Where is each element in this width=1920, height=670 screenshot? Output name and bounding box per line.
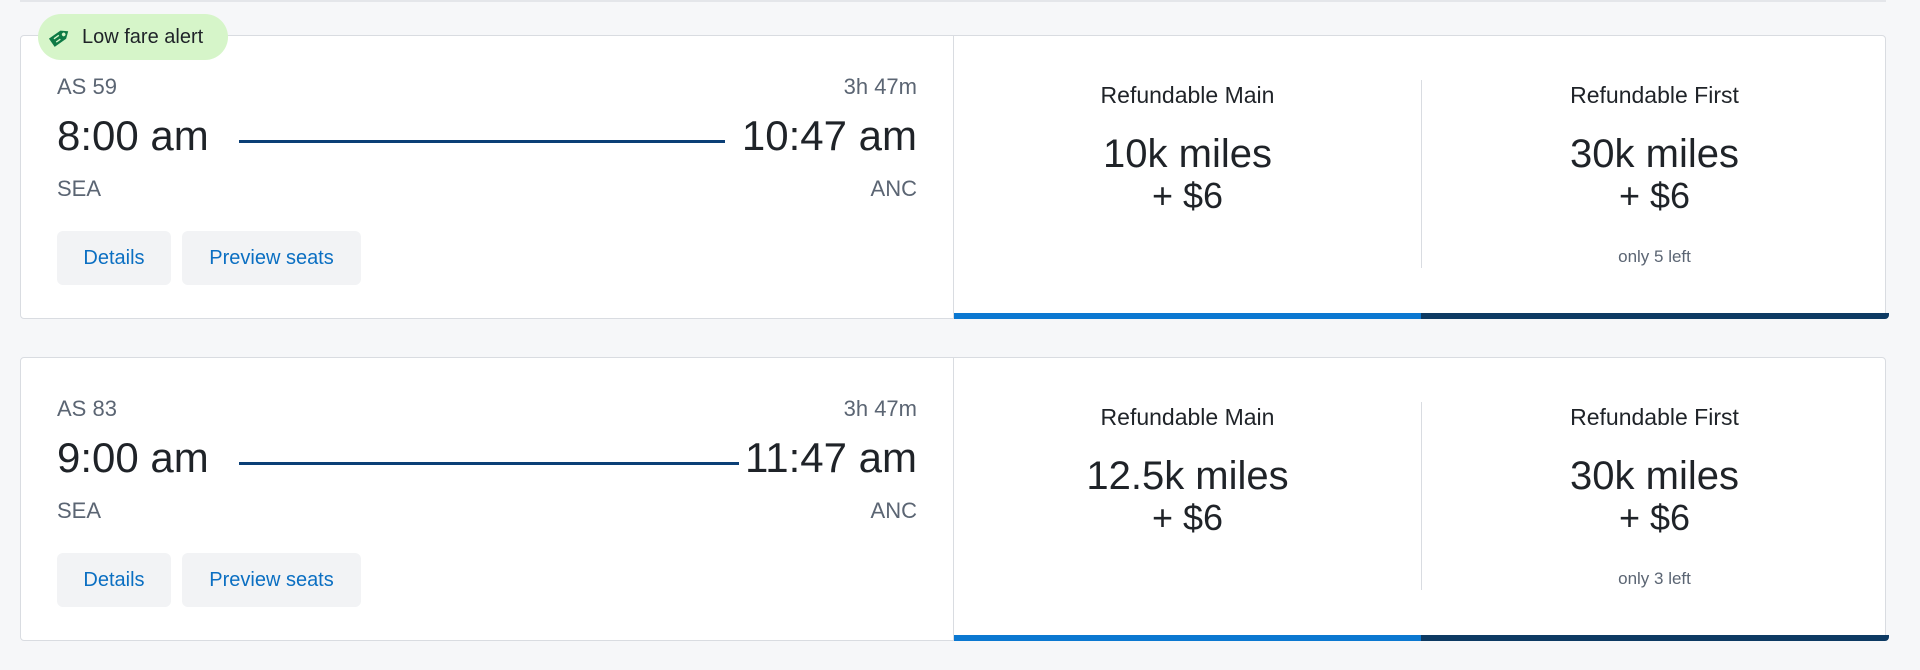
arrival-time: 11:47 am bbox=[745, 434, 917, 481]
flight-number: AS 59 bbox=[57, 74, 117, 99]
fare-miles: 10k miles bbox=[1103, 132, 1272, 176]
flight-duration: 3h 47m bbox=[843, 74, 917, 99]
fare-miles: 30k miles bbox=[1570, 132, 1739, 176]
fare-cash: + $6 bbox=[1618, 175, 1691, 216]
destination-airport: ANC bbox=[870, 176, 917, 201]
flight-card: AS 83 3h 47m 9:00 am 11:47 am SEA ANC De… bbox=[20, 357, 1889, 641]
top-divider bbox=[20, 0, 1886, 2]
fare-miles: 30k miles bbox=[1570, 454, 1739, 498]
departure-time: 9:00 am bbox=[57, 434, 209, 481]
flight-number: AS 83 bbox=[57, 396, 117, 421]
flight-duration: 3h 47m bbox=[843, 396, 917, 421]
fare-options: Refundable Main 10k miles + $6 Refundabl… bbox=[953, 36, 1889, 319]
arrival-time: 10:47 am bbox=[741, 112, 917, 159]
flight-summary: AS 59 3h 47m 8:00 am 10:47 am SEA ANC De… bbox=[21, 36, 953, 318]
fare-miles: 12.5k miles bbox=[1086, 454, 1289, 498]
destination-airport: ANC bbox=[870, 498, 917, 523]
fare-refundable-main[interactable]: Refundable Main 12.5k miles + $6 bbox=[954, 358, 1421, 641]
low-fare-alert-label: Low fare alert bbox=[82, 25, 204, 48]
fare-refundable-first[interactable]: Refundable First 30k miles + $6 only 5 l… bbox=[1421, 36, 1889, 319]
flight-card: AS 59 3h 47m 8:00 am 10:47 am SEA ANC De… bbox=[20, 35, 1889, 319]
preview-seats-button[interactable]: Preview seats bbox=[182, 553, 361, 607]
fare-color-bar bbox=[1421, 313, 1889, 319]
tag-icon bbox=[48, 30, 69, 47]
preview-seats-button[interactable]: Preview seats bbox=[182, 231, 361, 285]
route-line bbox=[239, 140, 725, 143]
fare-refundable-main[interactable]: Refundable Main 10k miles + $6 bbox=[954, 36, 1421, 319]
details-button[interactable]: Details bbox=[57, 231, 171, 285]
low-fare-alert-badge: Low fare alert bbox=[38, 14, 228, 60]
fare-cash: + $6 bbox=[1618, 497, 1691, 538]
fare-options: Refundable Main 12.5k miles + $6 Refunda… bbox=[953, 358, 1889, 641]
origin-airport: SEA bbox=[57, 176, 102, 201]
route-line bbox=[239, 462, 739, 465]
fare-cash: + $6 bbox=[1151, 175, 1224, 216]
seats-left: only 3 left bbox=[1618, 569, 1691, 588]
fare-name: Refundable First bbox=[1570, 404, 1739, 430]
fare-cash: + $6 bbox=[1151, 497, 1224, 538]
fare-refundable-first[interactable]: Refundable First 30k miles + $6 only 3 l… bbox=[1421, 358, 1889, 641]
fare-name: Refundable Main bbox=[1100, 82, 1275, 108]
details-button[interactable]: Details bbox=[57, 553, 171, 607]
origin-airport: SEA bbox=[57, 498, 102, 523]
fare-color-bar bbox=[954, 635, 1421, 641]
seats-left: only 5 left bbox=[1618, 247, 1691, 266]
departure-time: 8:00 am bbox=[57, 112, 209, 159]
fare-color-bar bbox=[954, 313, 1421, 319]
fare-name: Refundable First bbox=[1570, 82, 1739, 108]
flight-summary: AS 83 3h 47m 9:00 am 11:47 am SEA ANC De… bbox=[21, 358, 953, 640]
fare-name: Refundable Main bbox=[1100, 404, 1275, 430]
fare-color-bar bbox=[1421, 635, 1889, 641]
